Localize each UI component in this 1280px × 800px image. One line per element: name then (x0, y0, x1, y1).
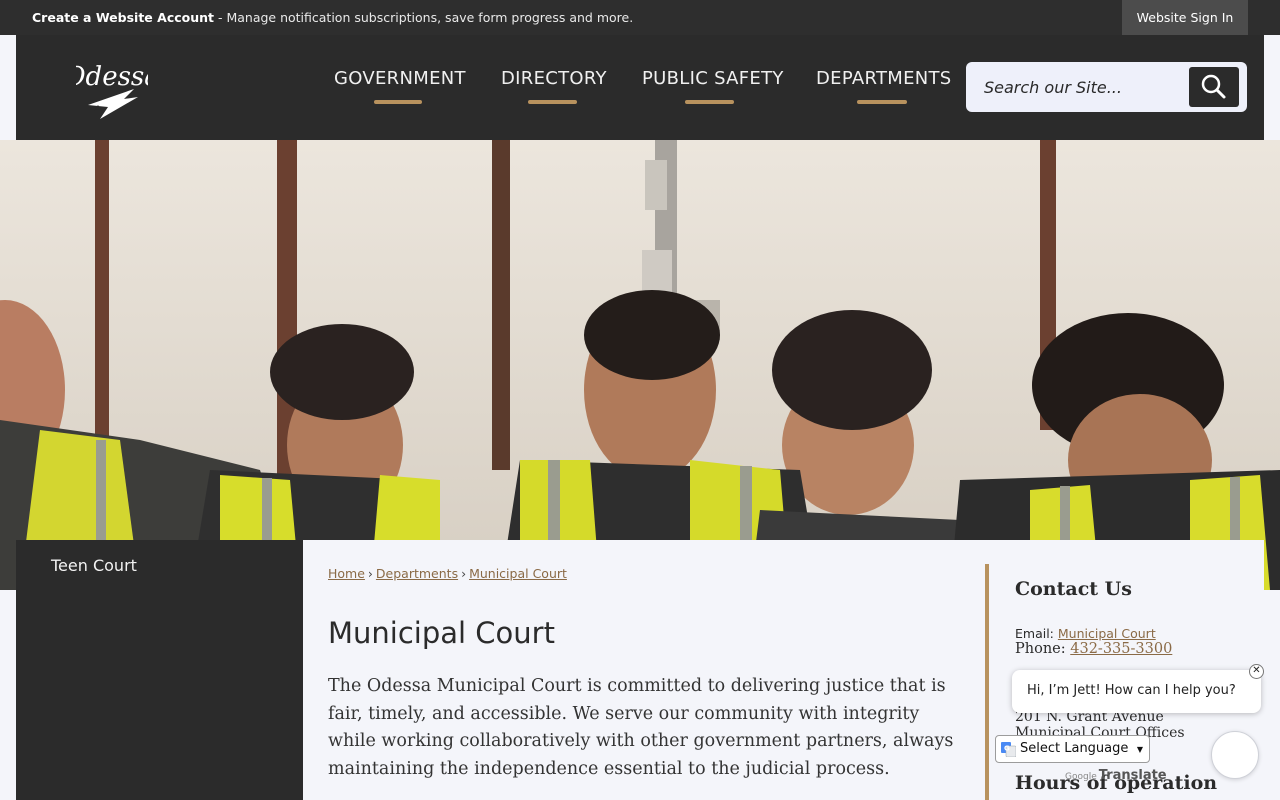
contact-email-row: Email: Municipal Court (1015, 626, 1156, 641)
nav-public-safety-label: PUBLIC SAFETY (642, 68, 784, 89)
site-header: Odessa GOVERNMENT DIRECTORY PUBLIC SAFET… (16, 35, 1264, 140)
contact-email-link[interactable]: Municipal Court (1058, 626, 1156, 641)
chat-launcher-button[interactable] (1211, 731, 1259, 779)
page-title: Municipal Court (328, 616, 555, 650)
nav-departments-label: DEPARTMENTS (816, 68, 952, 89)
nav-government-label: GOVERNMENT (334, 68, 466, 89)
search-button[interactable] (1189, 67, 1239, 107)
nav-public-safety[interactable]: PUBLIC SAFETY (642, 68, 784, 104)
website-sign-in-button[interactable]: Website Sign In (1122, 0, 1248, 35)
sidebar-item-teen-court[interactable]: Teen Court (51, 556, 137, 575)
contact-phone-link[interactable]: 432-335-3300 (1070, 641, 1172, 657)
contact-heading: Contact Us (1015, 578, 1132, 600)
chat-greeting-bubble[interactable]: Hi, I’m Jett! How can I help you? (1012, 670, 1261, 713)
chat-close-icon[interactable]: ✕ (1249, 664, 1264, 679)
search-icon (1201, 74, 1226, 99)
chat-greeting-text: Hi, I’m Jett! How can I help you? (1027, 683, 1236, 698)
translate-word[interactable]: Translate (1099, 768, 1167, 783)
contact-phone-label: Phone: (1015, 641, 1066, 657)
nav-directory-label: DIRECTORY (501, 68, 607, 89)
section-sidebar: Teen Court (16, 540, 303, 800)
breadcrumb-municipal-court[interactable]: Municipal Court (469, 566, 567, 581)
language-select[interactable]: G Select Language ▼ (995, 735, 1150, 763)
nav-government[interactable]: GOVERNMENT (334, 68, 466, 104)
google-translate-icon: G (1001, 742, 1016, 757)
contact-phone-row: Phone: 432-335-3300 (1015, 641, 1172, 657)
breadcrumb-separator: › (367, 566, 373, 581)
language-select-label: Select Language (1020, 741, 1129, 756)
nav-departments-underline (857, 100, 907, 104)
utility-bar: Create a Website Account - Manage notifi… (0, 0, 1280, 35)
breadcrumb: Home › Departments › Municipal Court (328, 566, 567, 581)
odessa-logo[interactable]: Odessa (64, 53, 160, 127)
nav-directory-underline (528, 100, 577, 104)
search-input[interactable] (966, 62, 1186, 112)
contact-divider (985, 564, 989, 800)
breadcrumb-home[interactable]: Home (328, 566, 365, 581)
create-account-notice: Create a Website Account - Manage notifi… (32, 10, 633, 25)
chevron-down-icon: ▼ (1136, 745, 1143, 754)
svg-text:G: G (1004, 745, 1010, 753)
create-account-link[interactable]: Create a Website Account (32, 10, 214, 25)
nav-government-underline (374, 100, 422, 104)
breadcrumb-departments[interactable]: Departments (376, 566, 458, 581)
google-logo-text: Google (1065, 772, 1097, 782)
site-search (966, 62, 1247, 112)
contact-panel: Contact Us Email: Municipal Court Phone:… (1015, 578, 1255, 794)
powered-by-google-translate: Google Translate (1065, 768, 1167, 783)
hero-banner-image (0, 140, 1280, 590)
contact-email-label: Email: (1015, 626, 1054, 641)
svg-text:Odessa: Odessa (76, 62, 148, 92)
breadcrumb-separator: › (461, 566, 467, 581)
nav-directory[interactable]: DIRECTORY (501, 68, 607, 104)
nav-departments[interactable]: DEPARTMENTS (816, 68, 952, 104)
page-intro-paragraph: The Odessa Municipal Court is committed … (328, 676, 954, 779)
create-account-description: - Manage notification subscriptions, sav… (214, 10, 634, 25)
nav-public-safety-underline (685, 100, 734, 104)
